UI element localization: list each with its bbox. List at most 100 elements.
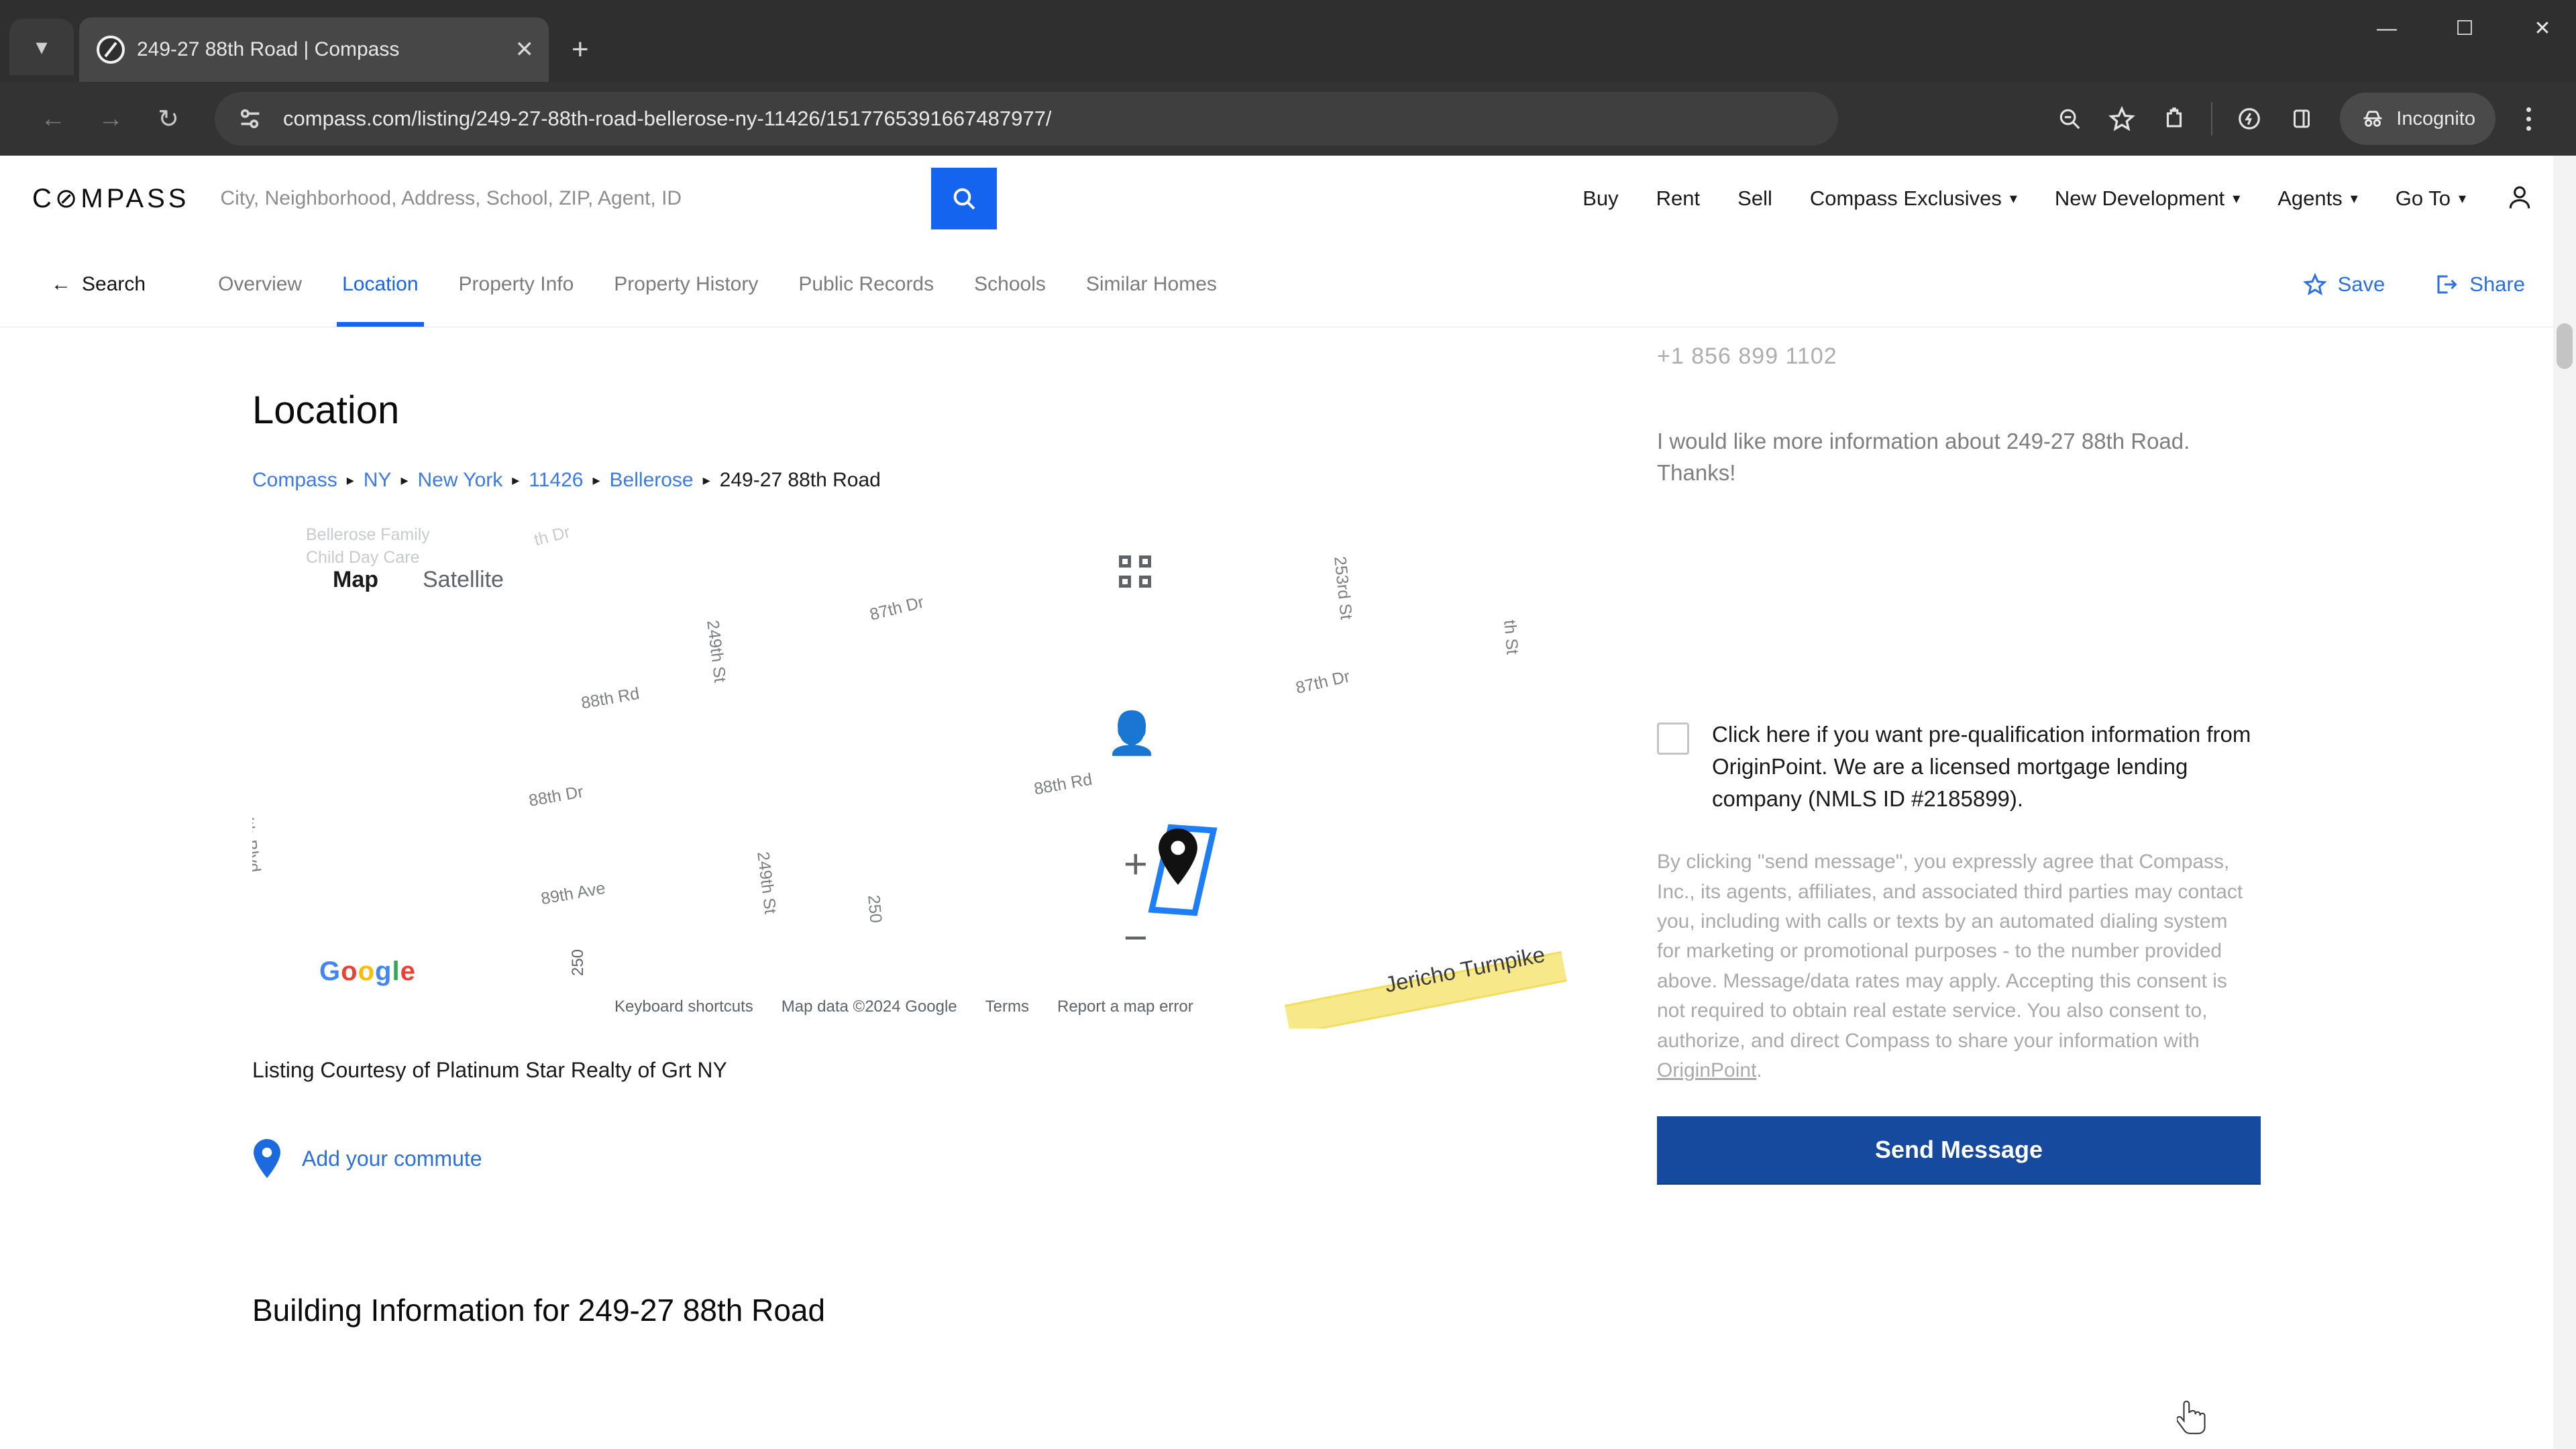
close-icon[interactable]: ✕ [515,38,535,61]
location-map[interactable]: Bellerose Family Child Day Care th Dr Ma… [252,519,1567,1028]
tab-public-records[interactable]: Public Records [778,241,954,327]
tab-location[interactable]: Location [322,241,438,327]
map-label-249th-st-b: 249th St [753,851,780,915]
account-button[interactable] [2505,182,2534,215]
tab-schools[interactable]: Schools [954,241,1066,327]
street-view-pegman-icon[interactable]: 👤 [1106,713,1158,755]
send-message-button[interactable]: Send Message [1657,1116,2261,1184]
maximize-icon[interactable]: ☐ [2451,19,2478,39]
map-zoom-out-button[interactable]: − [1124,918,1148,959]
performance-icon[interactable] [2223,93,2275,145]
breadcrumb-item-ny[interactable]: NY [364,469,392,492]
reload-button[interactable]: ↻ [140,90,197,148]
nav-item-buy[interactable]: Buy [1564,186,1637,211]
browser-tab[interactable]: 249-27 88th Road | Compass ✕ [79,17,549,82]
tab-label: Similar Homes [1085,272,1217,295]
compass-logo[interactable]: C⊘MPASS [32,183,189,214]
breadcrumb-item-compass[interactable]: Compass [252,469,337,492]
report-map-error-link[interactable]: Report a map error [1057,998,1193,1016]
incognito-indicator[interactable]: Incognito [2340,93,2496,145]
forward-button[interactable]: → [82,90,140,148]
incognito-hat-icon [2363,111,2382,127]
tab-search-button[interactable]: ▾ [9,19,74,75]
breadcrumb-separator: ▸ [346,472,354,488]
map-label-88th-rd-b: 88th Rd [1032,769,1094,799]
back-button[interactable]: ← [24,90,82,148]
terms-link[interactable]: Terms [985,998,1029,1016]
back-to-search-button[interactable]: ← Search [51,273,146,296]
close-icon[interactable]: ✕ [2529,19,2556,39]
share-button[interactable]: Share [2434,272,2525,297]
page-settings-icon[interactable] [235,103,266,134]
tab-similar-homes[interactable]: Similar Homes [1066,241,1237,327]
nav-item-sell[interactable]: Sell [1719,186,1791,211]
tab-property-history[interactable]: Property History [594,241,778,327]
nav-item-compass-exclusives[interactable]: Compass Exclusives ▾ [1791,186,2036,211]
search-button[interactable] [931,168,998,229]
breadcrumb-item-new-york[interactable]: New York [418,469,503,492]
message-textarea-value[interactable]: I would like more information about 249-… [1657,426,2247,489]
browser-window: ▾ 249-27 88th Road | Compass ✕ + — ☐ ✕ ←… [0,0,2576,1449]
address-bar[interactable]: compass.com/listing/249-27-88th-road-bel… [215,92,1838,146]
arrow-left-icon: ← [51,272,71,295]
originpoint-link[interactable]: OriginPoint [1657,1059,1756,1081]
save-label: Save [2337,272,2385,296]
toolbar-divider [2211,102,2213,136]
save-button[interactable]: Save [2302,272,2385,297]
nav-item-new-development[interactable]: New Development ▾ [2036,186,2259,211]
nav-label: Agents [2277,186,2343,210]
person-icon [2509,186,2530,209]
tab-property-info[interactable]: Property Info [439,241,594,327]
zoom-out-icon[interactable] [2043,93,2096,145]
window-controls: — ☐ ✕ [2373,19,2556,39]
google-logo: Google [319,957,416,986]
keyboard-shortcuts-link[interactable]: Keyboard shortcuts [614,998,753,1016]
breadcrumb-item-zip[interactable]: 11426 [529,469,583,492]
prequalification-checkbox-row[interactable]: Click here if you want pre-qualification… [1657,718,2576,816]
kebab-menu-icon[interactable] [2505,107,2552,131]
tab-overview[interactable]: Overview [198,241,322,327]
map-label-commonwealth-blvd: mmonwealth Blvd [252,740,264,874]
back-label: Search [82,272,146,295]
page-scrollbar[interactable] [2553,156,2576,1449]
breadcrumb-separator: ▸ [592,472,600,488]
map-attribution: Keyboard shortcuts Map data ©2024 Google… [614,998,1193,1016]
nav-item-rent[interactable]: Rent [1638,186,1719,211]
map-label-poi-2: Child Day Care [306,548,420,567]
tab-label: Overview [218,272,303,295]
map-type-toggle: Map Satellite [333,567,504,593]
primary-nav: Buy Rent Sell Compass Exclusives ▾ New D… [1564,182,2544,215]
map-label-89th-ave: 89th Ave [539,878,607,909]
tab-strip: ▾ 249-27 88th Road | Compass ✕ + — ☐ ✕ [0,0,2576,82]
map-fullscreen-button[interactable] [1119,555,1151,588]
bookmark-star-icon[interactable] [2096,93,2148,145]
map-toggle-map[interactable]: Map [333,567,378,593]
minimize-icon[interactable]: — [2373,19,2400,39]
chevron-down-icon: ▾ [2233,190,2241,207]
map-label-87th-dr-a: 87th Dr [867,592,926,625]
breadcrumb: Compass ▸ NY ▸ New York ▸ 11426 ▸ Beller… [252,469,1597,492]
scrollbar-thumb[interactable] [2557,323,2573,369]
location-pin-marker [1159,828,1197,885]
map-toggle-satellite[interactable]: Satellite [423,567,504,593]
map-label-th-st: th St [1500,619,1522,655]
prequalification-label: Click here if you want pre-qualification… [1712,721,2251,812]
add-commute-label: Add your commute [302,1146,482,1171]
extensions-puzzle-icon[interactable] [2148,93,2200,145]
prequalification-checkbox[interactable] [1657,722,1689,755]
nav-item-agents[interactable]: Agents ▾ [2259,186,2377,211]
chevron-down-icon: ▾ [2350,190,2358,207]
breadcrumb-item-bellerose[interactable]: Bellerose [610,469,694,492]
search-input[interactable] [220,172,932,225]
side-panel-icon[interactable] [2275,93,2328,145]
nav-label: Compass Exclusives [1809,186,2002,210]
nav-item-go-to[interactable]: Go To ▾ [2377,186,2485,211]
star-outline-icon [2302,272,2327,295]
add-commute-button[interactable]: Add your commute [252,1139,1597,1178]
map-zoom-in-button[interactable]: + [1124,844,1148,885]
breadcrumb-item-address: 249-27 88th Road [719,469,881,491]
map-label-88th-rd-a: 88th Rd [580,684,641,713]
listing-sub-nav: ← Search Overview Location Property Info… [0,241,2576,327]
new-tab-button[interactable]: + [572,35,589,64]
consent-disclaimer: By clicking "send message", you expressl… [1657,847,2254,1085]
